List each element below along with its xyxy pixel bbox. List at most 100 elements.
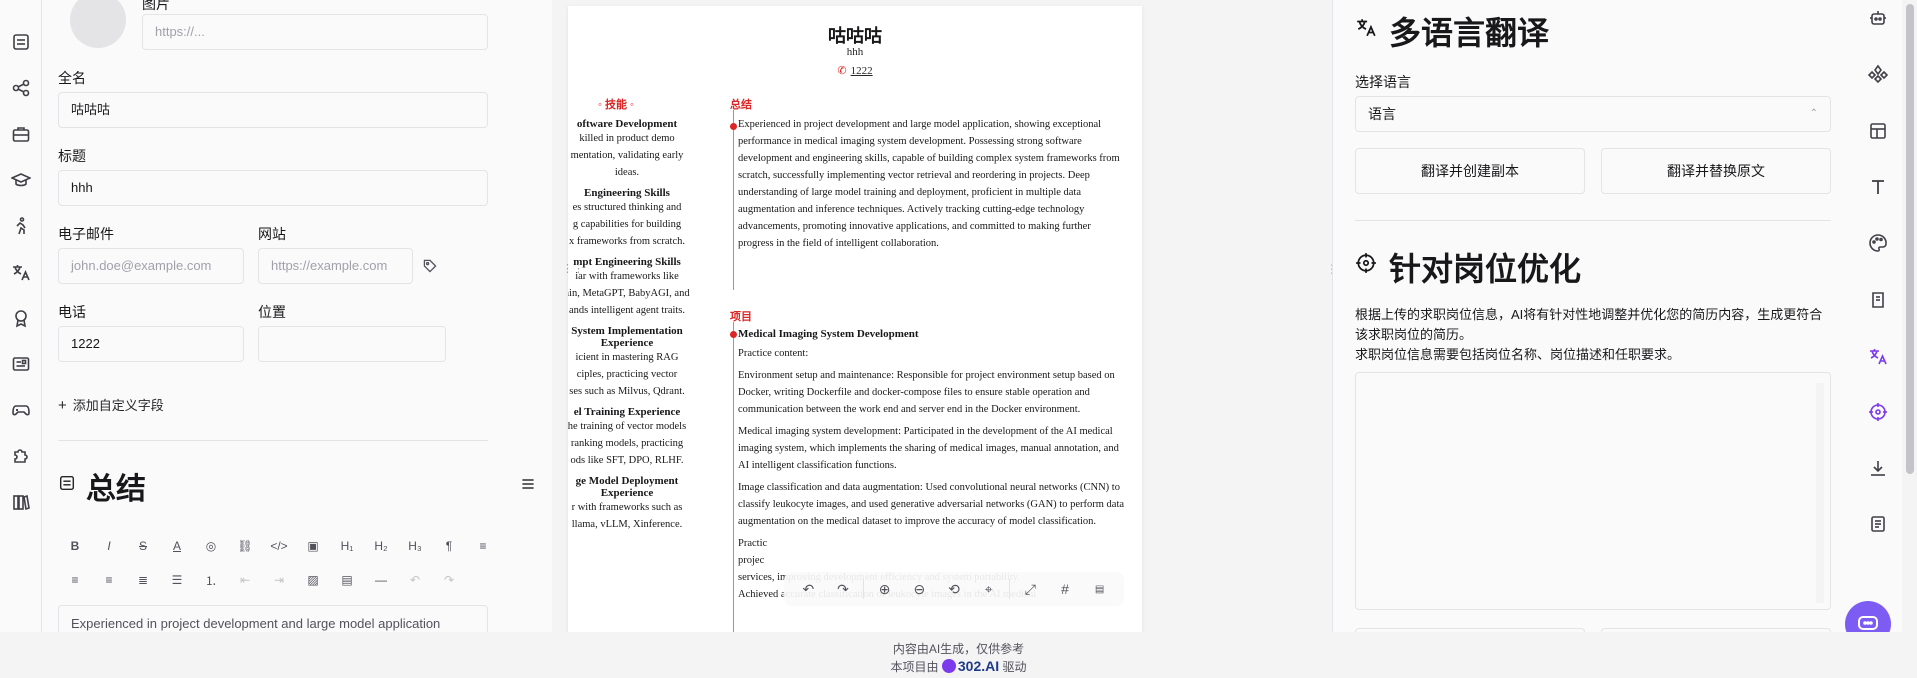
layout-icon[interactable] [1868,121,1888,141]
reset-zoom-icon[interactable]: ⟲ [938,575,971,603]
page-scrollbar[interactable] [1902,0,1917,632]
language-select[interactable]: 语言 ⌃ [1355,96,1831,132]
section-menu-icon[interactable] [520,476,536,492]
download-icon[interactable] [1868,458,1888,478]
redo-icon[interactable]: ↷ [432,566,466,594]
title-input[interactable]: hhh [58,170,488,206]
palette-icon[interactable] [1868,233,1888,253]
grid-icon[interactable]: # [1049,575,1082,603]
summary-editor[interactable]: Experienced in project development and l… [58,605,488,632]
briefcase-icon[interactable] [11,124,31,144]
translate-icon[interactable] [1868,346,1888,366]
pdf-icon[interactable]: ▤ [1083,575,1116,603]
outdent-icon[interactable]: ⇤ [228,566,262,594]
redo-icon[interactable]: ↷ [827,575,860,603]
highlight-icon[interactable]: ◎ [194,532,228,560]
undo-icon[interactable]: ↶ [792,575,825,603]
brand-link[interactable]: 302.AI [958,658,999,674]
resume-phone: ✆ 1222 [568,64,1142,77]
zoom-in-icon[interactable]: ⊕ [868,575,901,603]
phone-icon: ✆ [837,65,847,77]
graduation-cap-icon[interactable] [11,170,31,190]
skill-item: ge Model Deployment Experience r with fra… [568,475,702,533]
list-icon[interactable] [11,32,31,52]
bullet-list-icon[interactable]: ☰ [160,566,194,594]
optimize-title: 针对岗位优化 [1389,251,1582,287]
skill-description: he training of vector models ranking mod… [568,421,687,466]
italic-icon[interactable]: I [92,532,126,560]
add-custom-field-button[interactable]: + 添加自定义字段 [58,395,164,414]
translate-icon[interactable] [11,262,31,282]
ordered-list-icon[interactable]: ⒈ [194,566,228,594]
textarea-scrollbar[interactable] [1816,383,1824,603]
heading2-icon[interactable]: H₂ [364,532,398,560]
optimize-description: 根据上传的求职岗位信息，AI将有针对性地调整并优化您的简历内容，生成更符合该求职… [1355,305,1835,365]
ai-disclaimer: 内容由AI生成，仅供参考 [892,642,1025,656]
person-run-icon[interactable] [11,216,31,236]
align-left-icon[interactable]: ≡ [466,532,500,560]
undo-icon[interactable]: ↶ [398,566,432,594]
align-right-icon[interactable]: ≡ [92,566,126,594]
skill-name: el Training Experience [573,406,681,418]
title-label: 标题 [58,148,86,164]
link-icon[interactable]: ⛓ [228,532,262,560]
summary-timeline [733,110,734,290]
share-icon[interactable] [11,78,31,98]
strikethrough-icon[interactable]: S [126,532,160,560]
skill-description: r with frameworks such as llama, vLLM, X… [571,502,683,530]
image-url-input[interactable]: https://... [142,14,488,50]
heading3-icon[interactable]: H₃ [398,532,432,560]
scrollbar-thumb[interactable] [1906,4,1914,474]
news-icon[interactable] [11,354,31,374]
phone-input[interactable]: 1222 [58,326,244,362]
powered-by-prefix: 本项目由 [890,660,939,674]
gamepad-icon[interactable] [11,400,31,420]
center-icon[interactable]: ⌖ [972,575,1005,603]
heading1-icon[interactable]: H₁ [330,532,364,560]
location-input[interactable] [258,326,446,362]
align-center-icon[interactable]: ≡ [58,566,92,594]
project-paragraph: Medical imaging system development: Part… [738,426,1119,471]
award-icon[interactable] [11,308,31,328]
robot-icon[interactable] [1868,8,1888,28]
text-icon[interactable] [1868,177,1888,197]
skills-column: oftware Development killed in product dem… [568,118,702,539]
notes-icon[interactable] [1868,514,1888,534]
project-paragraph: Practice content: [738,348,809,359]
code-icon[interactable]: </> [262,532,296,560]
optimize-desc-line1: 根据上传的求职岗位信息，AI将有针对性地调整并优化您的简历内容，生成更符合该求职… [1355,307,1823,342]
books-icon[interactable] [11,492,31,512]
app-root: 图片 https://... 全名 咕咕咕 标题 hhh 电子邮件 john.d… [0,0,1917,678]
target-icon[interactable] [1868,402,1888,422]
skill-name: Engineering Skills [584,187,670,199]
website-label: 网站 [258,226,286,242]
code-block-icon[interactable]: ▣ [296,532,330,560]
paragraph-icon[interactable]: ¶ [432,532,466,560]
notebook-icon[interactable] [1868,290,1888,310]
bold-icon[interactable]: B [58,532,92,560]
horizontal-rule-icon[interactable]: — [364,566,398,594]
align-justify-icon[interactable]: ≣ [126,566,160,594]
tag-icon[interactable] [422,258,438,274]
puzzle-icon[interactable] [11,446,31,466]
expand-icon[interactable]: ⤢ [1014,575,1047,603]
image-label: 图片 [142,0,170,12]
video-icon[interactable]: ▤ [330,566,364,594]
zoom-out-icon[interactable]: ⊖ [903,575,936,603]
translate-copy-button[interactable]: 翻译并创建副本 [1355,148,1585,194]
avatar[interactable] [70,0,126,48]
fullname-input[interactable]: 咕咕咕 [58,92,488,128]
email-input[interactable]: john.doe@example.com [58,248,244,284]
website-input[interactable]: https://example.com [258,248,413,284]
drag-handle-icon[interactable]: ⋮⋮ [562,262,584,275]
job-description-textarea[interactable] [1355,372,1831,610]
indent-icon[interactable]: ⇥ [262,566,296,594]
projects-timeline [733,322,734,632]
skill-name: mpt Engineering Skills [573,256,681,268]
skill-item: oftware Development killed in product dem… [568,118,702,181]
project-title: Medical Imaging System Development [738,328,919,340]
text-color-icon[interactable]: A [160,532,194,560]
image-icon[interactable]: ▨ [296,566,330,594]
diamond-icon[interactable] [1868,64,1888,84]
translate-replace-button[interactable]: 翻译并替换原文 [1601,148,1831,194]
